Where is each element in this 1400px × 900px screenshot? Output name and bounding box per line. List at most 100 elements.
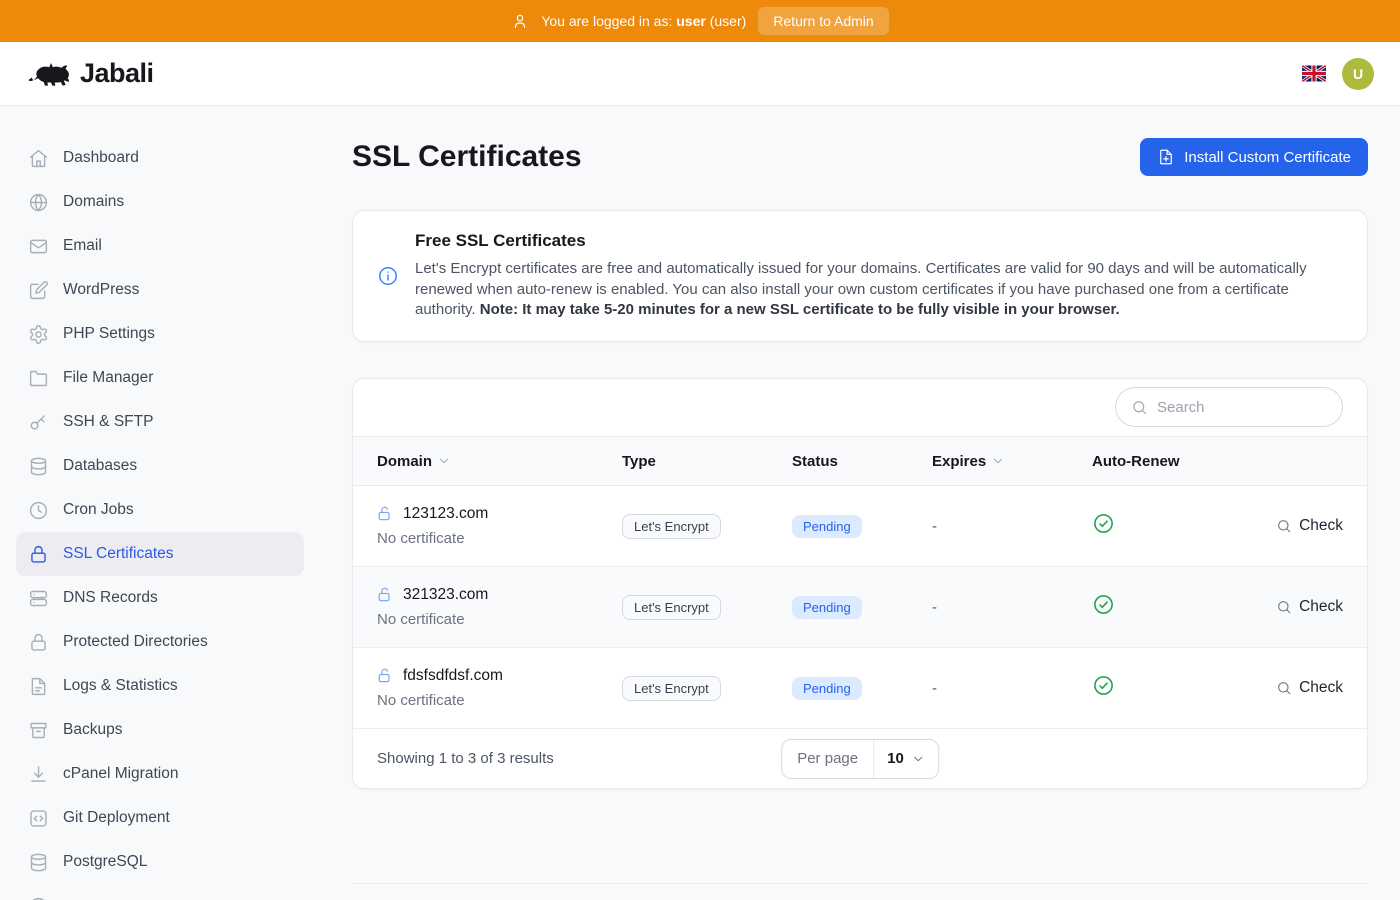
sidebar-item-php-settings[interactable]: PHP Settings	[16, 312, 304, 356]
circle-icon	[28, 896, 49, 900]
sidebar-item-logs-statistics[interactable]: Logs & Statistics	[16, 664, 304, 708]
column-header-status: Status	[792, 453, 932, 470]
chevron-down-icon	[911, 752, 925, 766]
column-label: Expires	[932, 453, 986, 470]
file-plus-icon	[1157, 148, 1175, 166]
sidebar-item-email[interactable]: Email	[16, 224, 304, 268]
column-label: Status	[792, 453, 838, 470]
file-text-icon	[28, 676, 49, 697]
results-count: Showing 1 to 3 of 3 results	[377, 750, 554, 767]
search-icon	[1131, 399, 1148, 416]
search-icon	[1276, 680, 1292, 696]
sidebar-item-cpanel-migration[interactable]: cPanel Migration	[16, 752, 304, 796]
free-ssl-info-box: Free SSL Certificates Let's Encrypt cert…	[352, 210, 1368, 342]
certificates-table-card: Domain Type Status Expires Auto-Renew 12…	[352, 378, 1368, 789]
table-footer: Showing 1 to 3 of 3 results Per page 10	[353, 729, 1367, 788]
sidebar-item-file-manager[interactable]: File Manager	[16, 356, 304, 400]
impersonated-username: user	[676, 13, 706, 29]
sidebar-item-label: Domains	[63, 193, 124, 211]
gear-icon	[28, 324, 49, 345]
sidebar-nav: Dashboard Domains Email WordPress PHP Se…	[0, 106, 320, 900]
chevron-down-icon	[437, 454, 451, 468]
download-icon	[28, 764, 49, 785]
language-flag-icon[interactable]	[1302, 65, 1326, 82]
table-row: fdsfsdfdsf.com No certificate Let's Encr…	[353, 648, 1367, 729]
domain-name[interactable]: 321323.com	[403, 586, 488, 604]
lock-icon	[28, 632, 49, 653]
sidebar-item-postgresql[interactable]: PostgreSQL	[16, 840, 304, 884]
sidebar-item-ssl-certificates[interactable]: SSL Certificates	[16, 532, 304, 576]
expires-value: -	[932, 599, 1092, 616]
check-button[interactable]: Check	[1223, 517, 1343, 535]
check-button[interactable]: Check	[1223, 598, 1343, 616]
folder-icon	[28, 368, 49, 389]
column-header-type: Type	[622, 453, 792, 470]
chevron-down-icon	[991, 454, 1005, 468]
unlock-icon	[377, 586, 395, 604]
sidebar-item-protected-directories[interactable]: Protected Directories	[16, 620, 304, 664]
sidebar-item-git-deployment[interactable]: Git Deployment	[16, 796, 304, 840]
key-icon	[28, 412, 49, 433]
sidebar-item-label: Email	[63, 237, 102, 255]
sidebar-item-label: Protected Directories	[63, 633, 208, 651]
certificate-status-text: No certificate	[377, 692, 622, 709]
sidebar-item-wordpress[interactable]: WordPress	[16, 268, 304, 312]
domain-name[interactable]: fdsfsdfdsf.com	[403, 667, 503, 685]
database-icon	[28, 852, 49, 873]
page-title: SSL Certificates	[352, 140, 582, 174]
clock-icon	[28, 500, 49, 521]
status-badge: Pending	[792, 677, 862, 700]
domain-name[interactable]: 123123.com	[403, 505, 488, 523]
header-actions: U	[1302, 58, 1374, 90]
info-icon	[377, 265, 399, 287]
table-body: 123123.com No certificate Let's Encrypt …	[353, 486, 1367, 729]
edit-icon	[28, 280, 49, 301]
sidebar-item-label: cPanel Migration	[63, 765, 178, 783]
sidebar-item-ssh-sftp[interactable]: SSH & SFTP	[16, 400, 304, 444]
expires-value: -	[932, 680, 1092, 697]
type-badge: Let's Encrypt	[622, 514, 721, 539]
return-to-admin-button[interactable]: Return to Admin	[758, 7, 888, 35]
info-box-note: Note: It may take 5-20 minutes for a new…	[480, 301, 1120, 318]
type-badge: Let's Encrypt	[622, 595, 721, 620]
column-header-expires[interactable]: Expires	[932, 453, 1092, 470]
sidebar-item-dashboard[interactable]: Dashboard	[16, 136, 304, 180]
check-label: Check	[1299, 679, 1343, 697]
search-icon	[1276, 599, 1292, 615]
info-box-body: Let's Encrypt certificates are free and …	[415, 259, 1343, 321]
sidebar-item-label: SSL Certificates	[63, 545, 174, 563]
check-button[interactable]: Check	[1223, 679, 1343, 697]
sidebar-item-more[interactable]	[16, 884, 304, 900]
expires-value: -	[932, 518, 1092, 535]
sidebar-item-label: Cron Jobs	[63, 501, 134, 519]
lock-icon	[28, 544, 49, 565]
search-box	[1115, 387, 1343, 427]
mail-icon	[28, 236, 49, 257]
sidebar-item-domains[interactable]: Domains	[16, 180, 304, 224]
sidebar-item-cron-jobs[interactable]: Cron Jobs	[16, 488, 304, 532]
sidebar-item-backups[interactable]: Backups	[16, 708, 304, 752]
impersonated-role: (user)	[710, 13, 747, 29]
sidebar-item-databases[interactable]: Databases	[16, 444, 304, 488]
check-label: Check	[1299, 598, 1343, 616]
column-header-domain[interactable]: Domain	[377, 453, 622, 470]
search-input[interactable]	[1157, 399, 1327, 416]
user-icon	[511, 12, 529, 30]
search-icon	[1276, 518, 1292, 534]
type-badge: Let's Encrypt	[622, 676, 721, 701]
impersonation-message: You are logged in as: user (user)	[541, 13, 746, 29]
sidebar-item-label: Logs & Statistics	[63, 677, 178, 695]
home-icon	[28, 148, 49, 169]
table-row: 321323.com No certificate Let's Encrypt …	[353, 567, 1367, 648]
sidebar-item-label: PHP Settings	[63, 325, 155, 343]
main-content: SSL Certificates Install Custom Certific…	[320, 106, 1400, 900]
database-icon	[28, 456, 49, 477]
sidebar-item-dns-records[interactable]: DNS Records	[16, 576, 304, 620]
user-avatar[interactable]: U	[1342, 58, 1374, 90]
per-page-select[interactable]: Per page 10	[781, 739, 939, 779]
unlock-icon	[377, 505, 395, 523]
install-custom-certificate-button[interactable]: Install Custom Certificate	[1140, 138, 1368, 176]
server-icon	[28, 588, 49, 609]
brand-logo[interactable]: Jabali	[26, 58, 154, 89]
check-circle-icon	[1092, 512, 1115, 535]
